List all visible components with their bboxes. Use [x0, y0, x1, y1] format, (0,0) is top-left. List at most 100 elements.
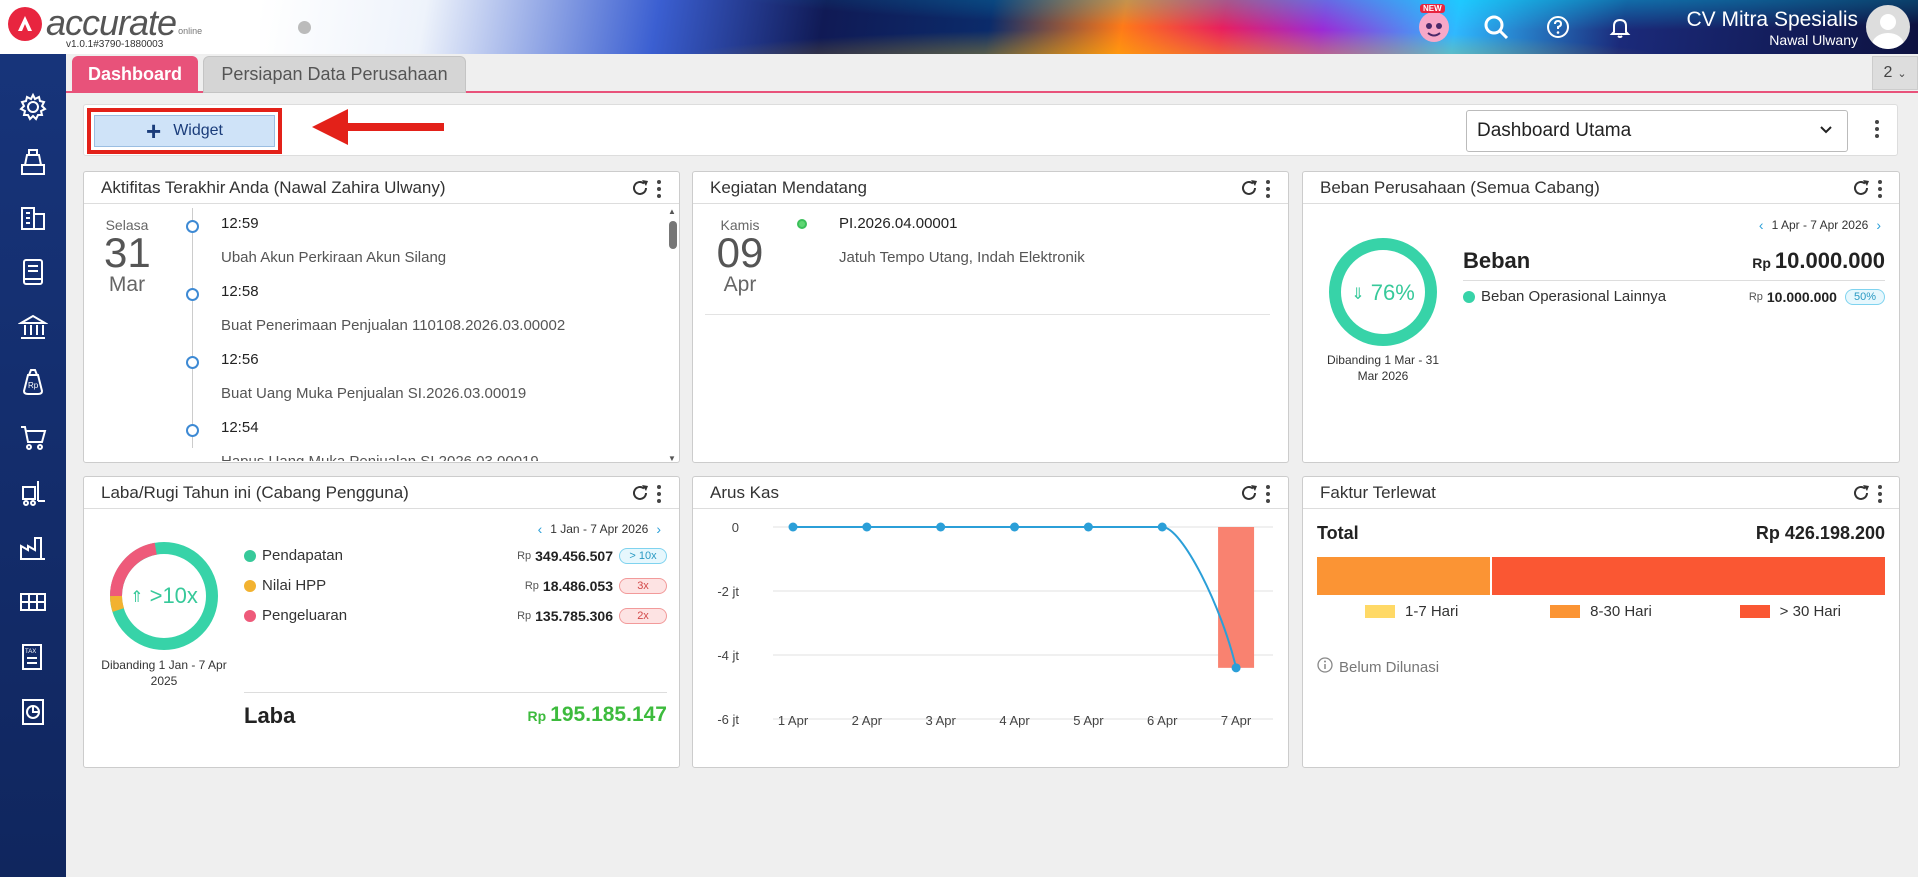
card-title: Faktur Terlewat [1303, 477, 1899, 509]
chevron-left-icon[interactable]: ‹ [538, 521, 543, 537]
toolbar-more-icon[interactable] [1867, 120, 1887, 138]
chevron-down-icon [1819, 122, 1833, 139]
event-code[interactable]: PI.2026.04.00001 [839, 215, 957, 232]
scroll-thumb[interactable] [669, 221, 677, 249]
cashflow-bar [1218, 527, 1255, 668]
forklift-icon[interactable] [15, 475, 51, 508]
x-tick-label: 5 Apr [1073, 713, 1104, 728]
mascot-icon[interactable] [1414, 8, 1454, 46]
legend-item[interactable]: 8-30 Hari [1506, 603, 1695, 620]
expense-percent: ⇓ 76% [1327, 280, 1439, 306]
expense-row[interactable]: Beban Operasional Lainnya Rp 10.000.000 … [1463, 288, 1885, 305]
company-info[interactable]: CV Mitra Spesialis Nawal Ulwany [1686, 8, 1858, 48]
legend-item[interactable]: > 30 Hari [1696, 603, 1885, 620]
ratio-pill: > 10x [619, 547, 667, 564]
profit-row[interactable]: Pengeluaran Rp 135.785.306 2x [244, 607, 667, 624]
scroll-up-icon[interactable]: ▲ [668, 207, 676, 216]
widget-button-label: Widget [173, 122, 223, 139]
cart-icon[interactable] [15, 420, 51, 453]
overdue-legend: 1-7 Hari 8-30 Hari > 30 Hari [1317, 603, 1885, 620]
activity-desc: Hapus Uang Muka Penjualan SI.2026.03.000… [221, 453, 539, 461]
profit-row-value: 349.456.507 [535, 547, 613, 564]
profit-card: Laba/Rugi Tahun ini (Cabang Pengguna) ‹ … [83, 476, 680, 768]
info-icon [1317, 657, 1333, 677]
refresh-icon[interactable] [630, 178, 650, 198]
search-icon[interactable] [1476, 8, 1516, 46]
status-dot [298, 21, 311, 34]
profit-period-label: 1 Jan - 7 Apr 2026 [550, 522, 649, 536]
y-tick-label: 0 [732, 520, 739, 535]
cashflow-point [1157, 522, 1167, 532]
refresh-icon[interactable] [1239, 483, 1259, 503]
cashier-icon[interactable] [15, 145, 51, 178]
cashflow-chart[interactable]: 0 -2 jt -4 jt -6 jt 1 Apr 2 Apr 3 Apr 4 Apr 5 Ap… [693, 510, 1288, 767]
profit-period[interactable]: ‹ 1 Jan - 7 Apr 2026 › [538, 521, 661, 537]
overdue-stacked-bar[interactable] [1317, 557, 1885, 595]
card-more-icon[interactable] [1258, 180, 1278, 198]
header-banner [260, 0, 1918, 54]
legend-item[interactable]: 1-7 Hari [1317, 603, 1506, 620]
card-more-icon[interactable] [1870, 485, 1890, 503]
card-more-icon[interactable] [649, 485, 669, 503]
money-bag-icon[interactable]: Rp [15, 365, 51, 398]
brand-sub: online [178, 26, 203, 36]
accurate-logo[interactable]: accurate online v1.0.1#3790-1880003 [8, 4, 202, 50]
overdue-segment[interactable] [1317, 557, 1490, 595]
expense-row-value: 10.000.000 [1766, 288, 1837, 305]
tab-count-dropdown[interactable]: 2 ⌄ [1872, 56, 1918, 90]
scroll-down-icon[interactable]: ▼ [668, 454, 676, 463]
inventory-icon[interactable] [15, 585, 51, 618]
refresh-icon[interactable] [630, 483, 650, 503]
expense-period[interactable]: ‹ 1 Apr - 7 Apr 2026 › [1759, 217, 1881, 233]
card-more-icon[interactable] [1258, 485, 1278, 503]
tax-icon[interactable]: TAX [15, 640, 51, 673]
refresh-icon[interactable] [1851, 483, 1871, 503]
activity-time: 12:56 [221, 351, 259, 368]
help-icon[interactable] [1538, 8, 1578, 46]
activity-desc: Ubah Akun Perkiraan Akun Silang [221, 249, 447, 266]
profit-ratio: ⇑ >10x [108, 583, 220, 609]
factory-icon[interactable] [15, 530, 51, 563]
net-value-amount: 195.185.147 [550, 703, 667, 726]
chevron-right-icon[interactable]: › [656, 521, 661, 537]
tab-persiapan-data[interactable]: Persiapan Data Perusahaan [203, 56, 466, 93]
card-more-icon[interactable] [1870, 180, 1890, 198]
profit-row[interactable]: Pendapatan Rp 349.456.507 > 10x [244, 547, 667, 564]
building-icon[interactable] [15, 200, 51, 233]
activity-time: 12:59 [221, 215, 259, 232]
profit-row-name: Pendapatan [262, 547, 343, 564]
currency: Rp [517, 609, 532, 622]
report-icon[interactable] [15, 695, 51, 728]
svg-text:Rp: Rp [28, 381, 39, 390]
upcoming-date-number: 09 [716, 229, 764, 276]
bell-icon[interactable] [1600, 8, 1640, 46]
currency: Rp [1748, 290, 1763, 303]
x-tick-label: 2 Apr [852, 713, 883, 728]
ledger-icon[interactable] [15, 255, 51, 288]
dashboard-select[interactable]: Dashboard Utama [1466, 110, 1848, 152]
chevron-left-icon[interactable]: ‹ [1759, 217, 1764, 233]
refresh-icon[interactable] [1239, 178, 1259, 198]
profit-ratio-value: >10x [149, 583, 198, 608]
chevron-right-icon[interactable]: › [1876, 217, 1881, 233]
tab-bar: Dashboard Persiapan Data Perusahaan 2 ⌄ [66, 54, 1918, 93]
ratio-pill: 3x [619, 577, 667, 594]
net-value: Rp 195.185.147 [528, 703, 667, 727]
legend-dot [1463, 290, 1475, 303]
card-more-icon[interactable] [649, 180, 669, 198]
currency: Rp [524, 579, 539, 592]
refresh-icon[interactable] [1851, 178, 1871, 198]
bank-icon[interactable] [15, 310, 51, 343]
annotation-arrow-icon [312, 109, 444, 145]
tab-dashboard[interactable]: Dashboard [72, 56, 198, 93]
divider [705, 314, 1270, 315]
overdue-segment[interactable] [1491, 557, 1885, 595]
activity-list[interactable]: 12:59 Ubah Akun Perkiraan Akun Silang 12:… [84, 205, 664, 461]
widget-button-highlight: + Widget [87, 108, 282, 154]
user-avatar[interactable] [1866, 5, 1910, 49]
profit-row-name: Nilai HPP [262, 577, 327, 594]
profit-row[interactable]: Nilai HPP Rp 18.486.053 3x [244, 577, 667, 594]
activity-scrollbar[interactable]: ▲ ▼ [666, 205, 678, 465]
add-widget-button[interactable]: + Widget [94, 115, 275, 147]
gear-icon[interactable] [15, 90, 51, 123]
